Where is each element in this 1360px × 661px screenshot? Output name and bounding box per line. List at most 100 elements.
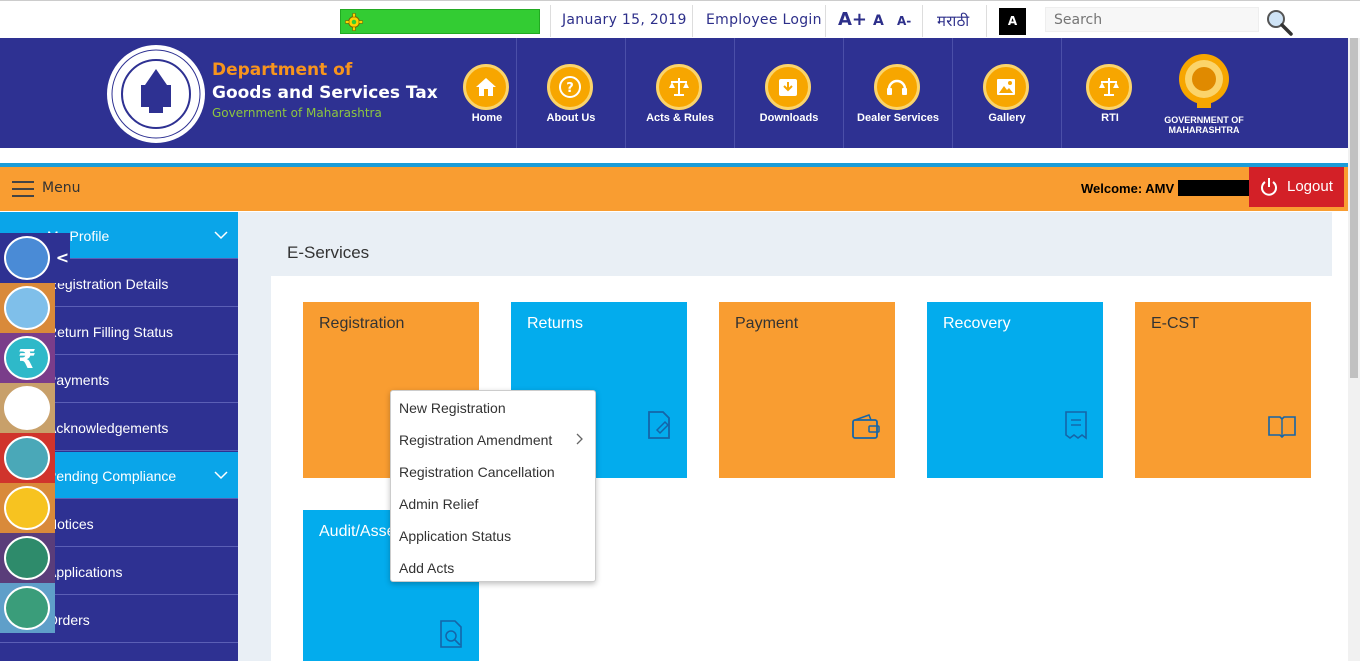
- quick-link-faq[interactable]: [0, 433, 55, 483]
- handshake-icon: [4, 536, 50, 580]
- top-utility-bar: January 15, 2019 Employee Login A+ A A- …: [0, 0, 1360, 38]
- gear-icon: [345, 13, 363, 31]
- help-head-icon: [4, 486, 50, 530]
- site-header: Department of Goods and Services Tax Gov…: [0, 38, 1348, 148]
- employee-login-link[interactable]: Employee Login: [706, 12, 822, 28]
- divider: [550, 5, 551, 37]
- tile-title: E-CST: [1151, 315, 1199, 332]
- chat-question-icon: [4, 436, 50, 480]
- tile-recovery[interactable]: Recovery: [927, 302, 1103, 478]
- home-icon: [463, 64, 509, 110]
- quick-link-payment[interactable]: ₹: [0, 333, 55, 383]
- tile-e-cst[interactable]: E-CST: [1135, 302, 1311, 478]
- tax-market-icon: [4, 386, 50, 430]
- menu-toggle-label[interactable]: Menu: [42, 180, 80, 196]
- receipt-icon: [1065, 411, 1087, 440]
- divider: [825, 5, 826, 37]
- font-increase-button[interactable]: A+: [838, 9, 867, 30]
- document-search-icon: [440, 620, 462, 648]
- floating-quick-links: < ₹: [0, 233, 70, 633]
- menu-item-add-acts[interactable]: Add Acts: [399, 560, 454, 576]
- tile-payment[interactable]: Payment: [719, 302, 895, 478]
- chevron-down-icon: [214, 231, 228, 240]
- divider: [986, 5, 987, 37]
- tile-title: Returns: [527, 315, 584, 332]
- scrollbar-thumb[interactable]: [1350, 38, 1358, 378]
- wallet-icon: [852, 414, 880, 439]
- quick-link-tax-market[interactable]: [0, 383, 55, 433]
- menu-item-registration-amendment[interactable]: Registration Amendment: [399, 432, 552, 448]
- collapse-strip-button[interactable]: <: [55, 233, 70, 283]
- brand-title-line1: Department of: [212, 60, 353, 80]
- nav-gallery[interactable]: Gallery: [953, 38, 1061, 148]
- nav-dealer-services[interactable]: Dealer Services: [844, 38, 952, 148]
- svg-text:?: ?: [566, 81, 574, 96]
- scales-icon: [1086, 64, 1132, 110]
- tile-title: Recovery: [943, 315, 1011, 332]
- current-date: January 15, 2019: [562, 12, 687, 28]
- brand-subtitle: Government of Maharashtra: [212, 106, 382, 120]
- government-emblem-icon: [1179, 54, 1229, 108]
- settings-bar[interactable]: [340, 9, 540, 34]
- font-normal-button[interactable]: A: [873, 13, 884, 29]
- search-icon[interactable]: [1265, 8, 1293, 36]
- contrast-button[interactable]: A: [999, 8, 1026, 35]
- menu-item-registration-cancellation[interactable]: Registration Cancellation: [399, 464, 555, 480]
- redacted-username: [1178, 180, 1252, 196]
- nav-home[interactable]: Home: [459, 38, 515, 148]
- quick-link-registration[interactable]: [0, 283, 55, 333]
- nav-gallery-label: Gallery: [988, 112, 1026, 124]
- nav-acts-rules[interactable]: Acts & Rules: [626, 38, 734, 148]
- nav-home-label: Home: [471, 112, 503, 124]
- nav-rti[interactable]: RTI: [1082, 38, 1138, 148]
- gallery-icon: [983, 64, 1029, 110]
- scales-icon: [656, 64, 702, 110]
- chevron-down-icon: [214, 471, 228, 480]
- search-input[interactable]: [1045, 7, 1259, 32]
- logout-label: Logout: [1287, 178, 1333, 195]
- nav-dealer-services-label: Dealer Services: [857, 112, 939, 124]
- document-edit-icon: [648, 411, 670, 439]
- language-toggle[interactable]: मराठी: [937, 11, 970, 31]
- quick-link-help[interactable]: [0, 483, 55, 533]
- divider: [692, 5, 693, 37]
- book-open-icon: [1268, 416, 1296, 439]
- svg-text:₹: ₹: [18, 345, 36, 375]
- menu-item-admin-relief[interactable]: Admin Relief: [399, 496, 478, 512]
- nav-downloads[interactable]: Downloads: [735, 38, 843, 148]
- menu-item-new-registration[interactable]: New Registration: [399, 400, 506, 416]
- quick-link-announcements[interactable]: [0, 583, 55, 633]
- chevron-right-icon: [576, 433, 583, 445]
- department-logo: [104, 42, 208, 146]
- menu-bar: Menu Welcome: AMV Logout: [0, 167, 1348, 211]
- nav-downloads-label: Downloads: [759, 112, 819, 124]
- headset-icon: [874, 64, 920, 110]
- welcome-text: Welcome: AMV: [1081, 181, 1175, 196]
- download-icon: [765, 64, 811, 110]
- question-icon: ?: [547, 64, 593, 110]
- nav-acts-rules-label: Acts & Rules: [646, 112, 714, 124]
- megaphone-icon: [4, 586, 50, 630]
- page-scrollbar[interactable]: [1348, 38, 1360, 661]
- user-desk-icon: [4, 286, 50, 330]
- government-label: GOVERNMENT OF MAHARASHTRA: [1164, 115, 1244, 135]
- user-login-icon: [4, 236, 50, 280]
- tile-title: Registration: [319, 315, 405, 332]
- power-icon: [1261, 178, 1277, 196]
- hamburger-icon[interactable]: [12, 181, 34, 202]
- nav-about-us[interactable]: ? About Us: [517, 38, 625, 148]
- nav-rti-label: RTI: [1101, 112, 1119, 124]
- nav-about-us-label: About Us: [546, 112, 596, 124]
- quick-link-login[interactable]: [0, 233, 55, 283]
- tile-title: Payment: [735, 315, 799, 332]
- registration-dropdown-menu: New Registration Registration Amendment …: [390, 390, 596, 582]
- rupee-icon: ₹: [4, 336, 50, 380]
- logout-button[interactable]: Logout: [1249, 167, 1344, 207]
- quick-link-handshake[interactable]: [0, 533, 55, 583]
- menu-item-application-status[interactable]: Application Status: [399, 528, 511, 544]
- nav-divider: [1061, 38, 1062, 148]
- brand-title-line2: Goods and Services Tax: [212, 83, 438, 103]
- divider: [922, 5, 923, 37]
- font-decrease-button[interactable]: A-: [897, 14, 911, 28]
- page-title: E-Services: [287, 243, 370, 262]
